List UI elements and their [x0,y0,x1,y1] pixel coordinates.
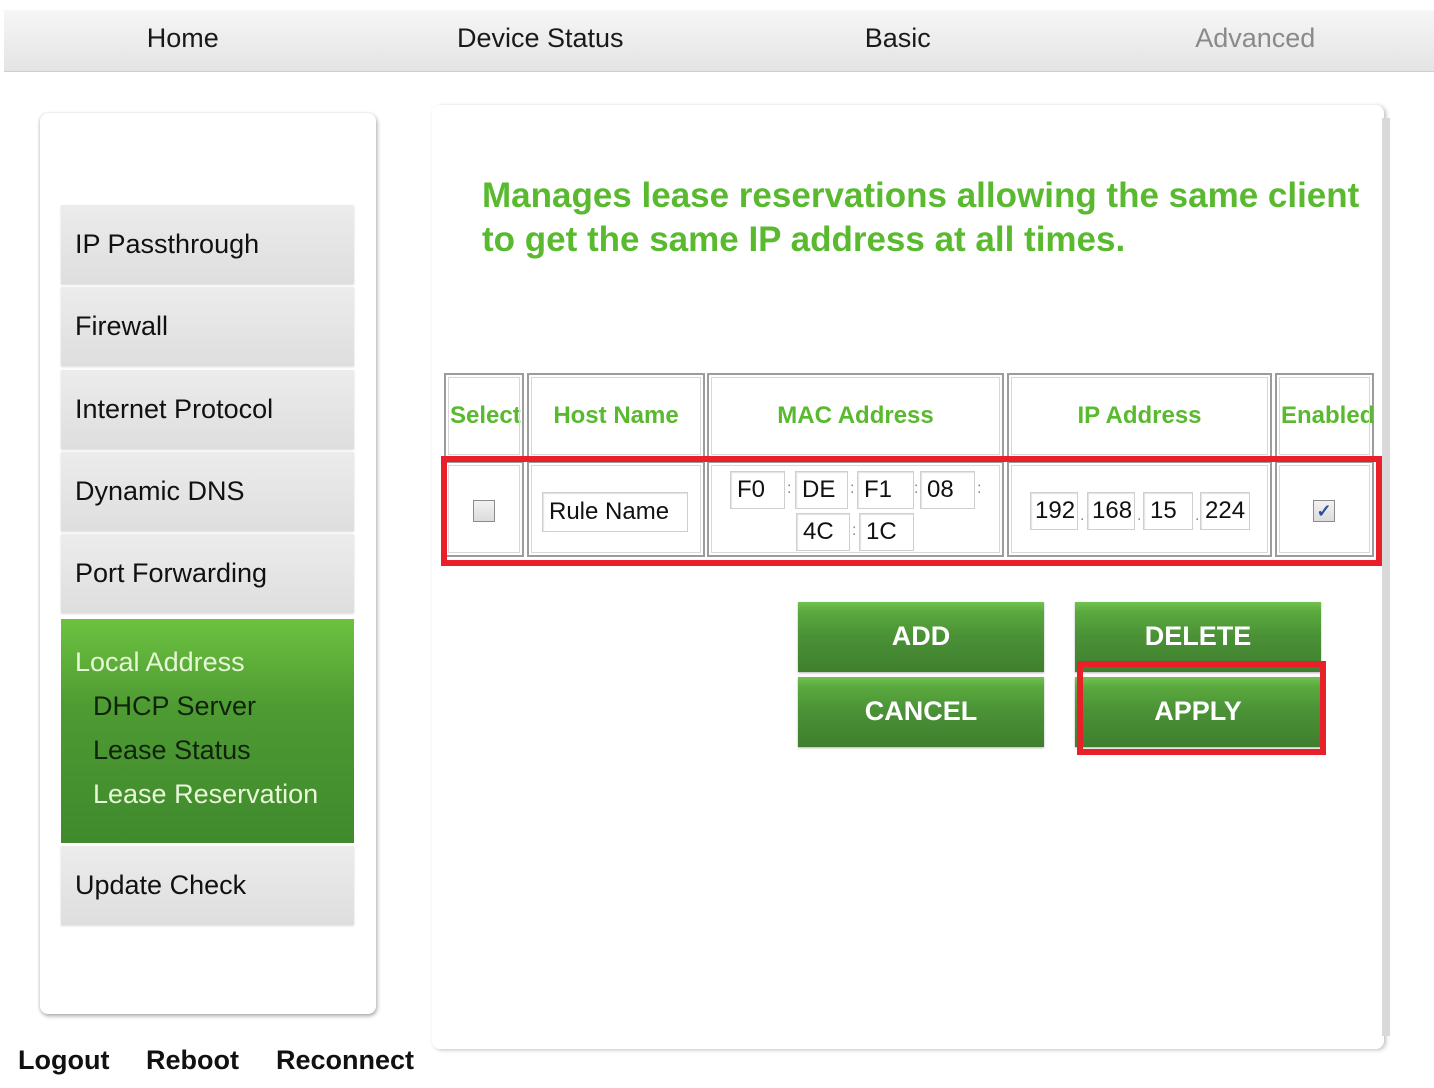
sidebar-item-local-address[interactable]: Local Address [75,647,245,678]
sidebar-item-dynamic-dns[interactable]: Dynamic DNS [61,452,354,531]
header-enabled: Enabled [1275,373,1374,459]
mac-separator: : [914,480,919,497]
add-button[interactable]: ADD [798,602,1044,672]
mac-octet-3-input[interactable]: F1 [857,471,914,509]
sidebar-item-firewall[interactable]: Firewall [61,287,354,366]
header-mac-address: MAC Address [707,373,1004,459]
mac-separator: : [852,522,857,539]
sidebar-item-update-check[interactable]: Update Check [61,846,354,925]
mac-separator: : [977,480,982,497]
page-description: Manages lease reservations allowing the … [482,176,1360,259]
reconnect-link[interactable]: Reconnect [276,1045,414,1076]
sidebar-subitem-dhcp-server[interactable]: DHCP Server [93,691,256,722]
header-select: Select [444,373,524,459]
ip-octet-4-input[interactable]: 224 [1200,492,1250,530]
delete-button[interactable]: DELETE [1075,602,1321,672]
mac-octet-5-input[interactable]: 4C [796,513,850,551]
mac-octet-2-input[interactable]: DE [795,471,848,509]
ip-octet-1-input[interactable]: 192 [1030,492,1078,530]
apply-button[interactable]: APPLY [1075,677,1321,747]
sidebar-item-ip-passthrough[interactable]: IP Passthrough [61,205,354,284]
ip-separator: . [1195,507,1200,524]
ip-separator: . [1080,507,1085,524]
ip-octet-3-input[interactable]: 15 [1143,492,1193,530]
mac-separator: : [850,480,855,497]
tab-advanced[interactable]: Advanced [1077,10,1434,71]
select-checkbox[interactable] [473,500,495,522]
enabled-checkbox[interactable]: ✓ [1313,500,1335,522]
sidebar-item-internet-protocol[interactable]: Internet Protocol [61,370,354,449]
reboot-link[interactable]: Reboot [146,1045,239,1076]
tab-home[interactable]: Home [4,10,362,71]
host-name-input[interactable]: Rule Name [542,492,688,532]
sidebar-subitem-lease-reservation[interactable]: Lease Reservation [93,779,318,810]
ip-octet-2-input[interactable]: 168 [1087,492,1135,530]
mac-octet-4-input[interactable]: 08 [920,471,975,509]
sidebar-item-port-forwarding[interactable]: Port Forwarding [61,534,354,613]
sidebar: IP Passthrough Firewall Internet Protoco… [40,113,376,1014]
sidebar-group-local-address: Local Address DHCP Server Lease Status L… [61,619,354,843]
logout-link[interactable]: Logout [18,1045,109,1076]
mac-separator: : [787,480,792,497]
tab-basic[interactable]: Basic [719,10,1077,71]
mac-octet-1-input[interactable]: F0 [730,471,785,509]
cancel-button[interactable]: CANCEL [798,677,1044,747]
panel-scrollbar[interactable] [1382,118,1390,1036]
header-ip-address: IP Address [1007,373,1272,459]
mac-octet-6-input[interactable]: 1C [859,513,914,551]
top-nav: Home Device Status Basic Advanced [4,10,1434,72]
header-host-name: Host Name [527,373,705,459]
tab-device-status[interactable]: Device Status [362,10,720,71]
sidebar-subitem-lease-status[interactable]: Lease Status [93,735,251,766]
ip-separator: . [1137,507,1142,524]
